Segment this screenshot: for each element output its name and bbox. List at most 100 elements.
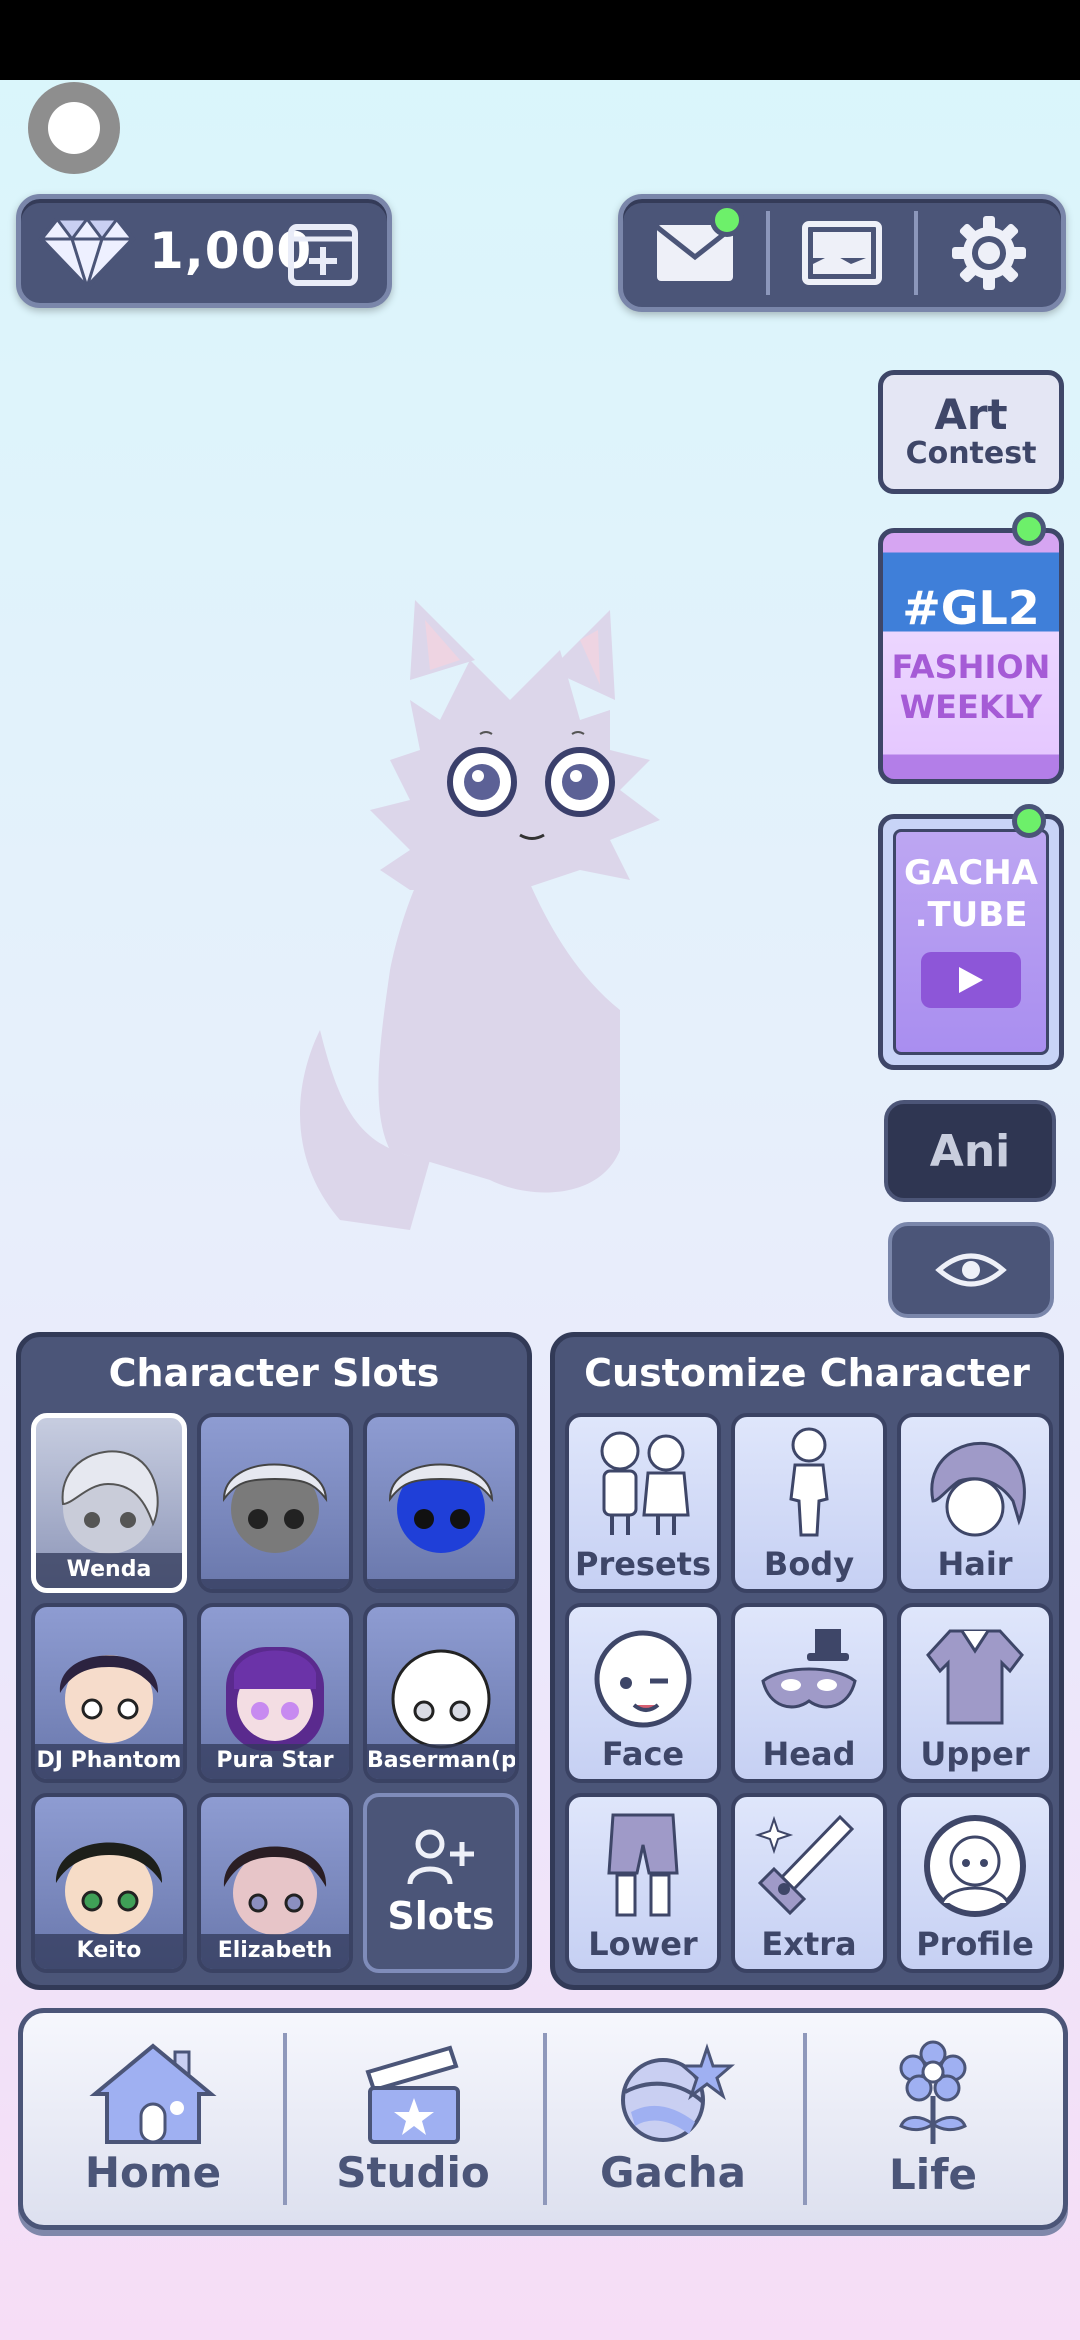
- add-gems-icon[interactable]: [287, 221, 359, 289]
- character-slot[interactable]: [363, 1413, 519, 1593]
- face-icon: [594, 1630, 692, 1728]
- hair-icon: [930, 1441, 1026, 1537]
- status-bar: [0, 0, 1080, 80]
- slot-name: [367, 1579, 515, 1589]
- gl2-fashion-weekly-button[interactable]: #GL2 FASHION WEEKLY: [878, 528, 1064, 784]
- character-face-icon: [55, 1842, 163, 1935]
- character-slot[interactable]: Pura Star: [197, 1603, 353, 1783]
- nav-life[interactable]: Life: [803, 2013, 1063, 2225]
- gl2-tag: #GL2: [902, 581, 1040, 635]
- profile-icon: [924, 1815, 1026, 1917]
- gacha-tube-line2: .TUBE: [914, 895, 1028, 935]
- play-icon: [921, 952, 1021, 1008]
- character-face-icon: [61, 1450, 159, 1554]
- slot-name: Keito: [35, 1934, 183, 1969]
- character-face-icon: [59, 1655, 159, 1743]
- settings-button[interactable]: [918, 199, 1061, 307]
- tube-notification-dot: [1012, 804, 1046, 838]
- nav-gacha[interactable]: Gacha: [543, 2013, 803, 2225]
- art-contest-button[interactable]: Art Contest: [878, 370, 1064, 494]
- slot-name: Wenda: [36, 1553, 182, 1588]
- art-contest-line1: Art: [934, 390, 1008, 439]
- slot-name: DJ Phantom: [35, 1744, 183, 1779]
- customize-label: Face: [601, 1735, 685, 1773]
- customize-label: Lower: [588, 1925, 698, 1963]
- add-slots-label: Slots: [387, 1894, 495, 1938]
- customize-hair[interactable]: Hair: [897, 1413, 1053, 1593]
- customize-presets[interactable]: Presets: [565, 1413, 721, 1593]
- gl2-line2: WEEKLY: [899, 688, 1043, 726]
- record-dot-icon: [48, 102, 100, 154]
- customize-label: Presets: [574, 1545, 712, 1583]
- customize-label: Hair: [937, 1545, 1013, 1583]
- customize-profile[interactable]: Profile: [897, 1793, 1053, 1973]
- nav-label: Life: [889, 2149, 977, 2199]
- customize-head[interactable]: Head: [731, 1603, 887, 1783]
- screen-record-button[interactable]: [28, 82, 120, 174]
- customize-body[interactable]: Body: [731, 1413, 887, 1593]
- slot-name: Pura Star: [201, 1744, 349, 1779]
- character-face-icon: [226, 1647, 324, 1751]
- character-slot[interactable]: Baserman(plu: [363, 1603, 519, 1783]
- character-slot[interactable]: Keito: [31, 1793, 187, 1973]
- diamond-icon: [38, 216, 136, 291]
- customize-character-panel: Customize Character Presets Body Hair Fa…: [550, 1332, 1064, 1990]
- nav-label: Studio: [336, 2147, 490, 2197]
- character-face-icon: [391, 1649, 491, 1749]
- body-icon: [789, 1427, 829, 1537]
- presets-icon: [600, 1431, 690, 1535]
- view-toggle-button[interactable]: [888, 1222, 1054, 1318]
- upper-icon: [926, 1629, 1024, 1725]
- customize-character-title: Customize Character: [584, 1351, 1030, 1395]
- character-preview[interactable]: [280, 590, 720, 1240]
- character-slot[interactable]: Elizabeth: [197, 1793, 353, 1973]
- home-icon: [89, 2042, 217, 2144]
- customize-extra[interactable]: Extra: [731, 1793, 887, 1973]
- slot-name: Baserman(plu: [367, 1744, 515, 1779]
- mail-notification-dot: [710, 203, 745, 237]
- nav-home[interactable]: Home: [23, 2013, 283, 2225]
- life-icon: [899, 2040, 967, 2144]
- gacha-tube-line1: GACHA: [904, 853, 1038, 893]
- customize-lower[interactable]: Lower: [565, 1793, 721, 1973]
- gear-icon: [952, 216, 1027, 290]
- gacha-icon: [621, 2042, 735, 2142]
- nav-label: Home: [84, 2147, 222, 2197]
- eye-icon: [935, 1253, 1007, 1287]
- customize-label: Profile: [916, 1925, 1034, 1963]
- gl2-line1: FASHION: [891, 648, 1051, 686]
- gem-counter: 1,000: [16, 194, 392, 308]
- character-face-icon: [222, 1463, 328, 1553]
- character-face-icon: [388, 1463, 494, 1553]
- mail-button[interactable]: [623, 199, 766, 307]
- studio-icon: [365, 2045, 460, 2144]
- nav-label: Gacha: [600, 2147, 746, 2197]
- head-icon: [761, 1629, 857, 1709]
- customize-upper[interactable]: Upper: [897, 1603, 1053, 1783]
- extra-icon: [754, 1814, 855, 1916]
- top-toolbar: [618, 194, 1066, 312]
- character-slot[interactable]: Wenda: [31, 1413, 187, 1593]
- customize-label: Extra: [761, 1925, 857, 1963]
- image-icon: [802, 221, 882, 285]
- character-slots-panel: Character Slots Wenda DJ Phantom Pura St…: [16, 1332, 532, 1990]
- slot-name: Elizabeth: [201, 1934, 349, 1969]
- bottom-nav: Home Studio Gacha Life: [18, 2008, 1068, 2230]
- slot-name: [201, 1579, 349, 1589]
- customize-label: Upper: [920, 1735, 1030, 1773]
- nav-studio[interactable]: Studio: [283, 2013, 543, 2225]
- character-slot[interactable]: [197, 1413, 353, 1593]
- customize-label: Body: [763, 1545, 855, 1583]
- gacha-tube-screen: GACHA .TUBE: [893, 829, 1049, 1055]
- character-slot[interactable]: DJ Phantom: [31, 1603, 187, 1783]
- gl2-notification-dot: [1012, 512, 1046, 546]
- character-face-icon: [223, 1846, 327, 1935]
- gacha-tube-button[interactable]: GACHA .TUBE: [878, 814, 1064, 1070]
- ani-button[interactable]: Ani: [884, 1100, 1056, 1202]
- customize-face[interactable]: Face: [565, 1603, 721, 1783]
- gallery-button[interactable]: [770, 199, 913, 307]
- lower-icon: [607, 1813, 679, 1917]
- customize-label: Head: [762, 1735, 856, 1773]
- character-slots-title: Character Slots: [108, 1351, 440, 1395]
- add-slots-button[interactable]: Slots: [363, 1793, 519, 1973]
